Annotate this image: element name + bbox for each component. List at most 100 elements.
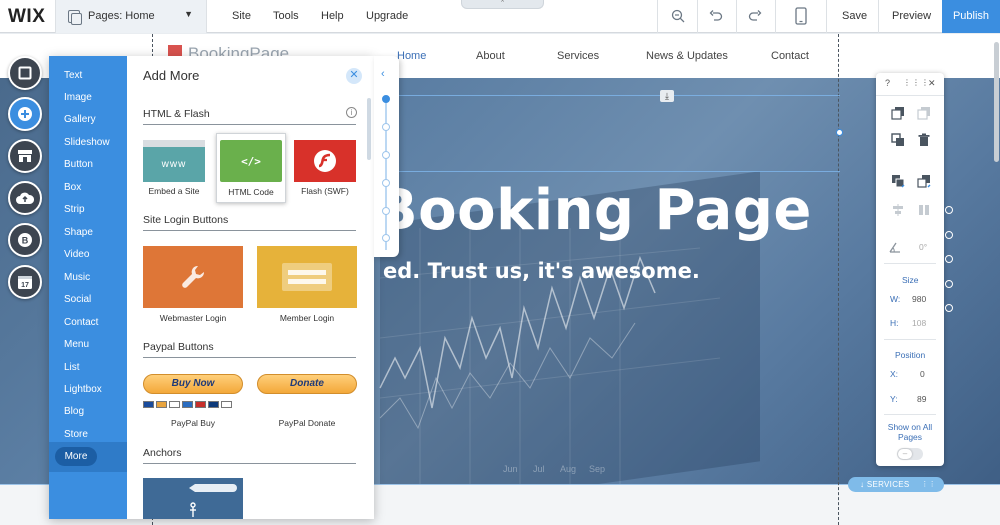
preview-button[interactable]: Preview (892, 10, 931, 22)
section-nav-dot[interactable] (382, 234, 390, 242)
upload-button[interactable] (8, 181, 42, 215)
height-field[interactable]: 108 (912, 318, 926, 328)
html-code-tile[interactable]: </> HTML Code (216, 133, 286, 203)
category-menu[interactable]: Menu (64, 339, 89, 350)
panel-scrollbar[interactable] (367, 98, 371, 160)
collapse-toolbar-tab[interactable]: ⌃ (461, 0, 544, 9)
form-icon (282, 263, 332, 291)
download-icon[interactable]: ⤓ (660, 90, 674, 102)
paypal-donate-button[interactable]: Donate (257, 374, 357, 394)
help-icon[interactable]: ? (885, 78, 890, 88)
y-field[interactable]: 89 (917, 394, 926, 404)
zoom-icon[interactable] (668, 6, 688, 26)
section-handle[interactable] (945, 280, 953, 288)
category-slideshow[interactable]: Slideshow (64, 137, 110, 148)
copy-icon[interactable] (891, 106, 905, 120)
align-icon[interactable] (891, 203, 905, 217)
trash-icon[interactable] (917, 133, 931, 147)
app-market-button[interactable] (8, 139, 42, 173)
category-store[interactable]: Store (64, 429, 88, 440)
menu-site[interactable]: Site (232, 10, 251, 22)
arrange-front-icon[interactable] (917, 174, 931, 188)
section-nav-dot[interactable] (382, 123, 390, 131)
flash-swf-tile[interactable]: Flash (SWF) (294, 140, 356, 198)
credit-card-icons (143, 401, 232, 409)
show-on-all-pages-toggle[interactable]: – (897, 448, 923, 460)
category-music[interactable]: Music (64, 272, 90, 283)
category-shape[interactable]: Shape (64, 227, 93, 238)
drag-handle-icon[interactable]: ⋮⋮ (921, 477, 936, 492)
category-gallery[interactable]: Gallery (64, 114, 96, 125)
add-button[interactable] (8, 97, 42, 131)
category-lightbox[interactable]: Lightbox (64, 384, 102, 395)
add-panel-content: Add More ✕ HTML & Flash i www Embed a Si… (127, 56, 374, 519)
section-nav-dot[interactable] (382, 179, 390, 187)
category-list[interactable]: List (64, 362, 80, 373)
close-icon[interactable]: ✕ (346, 68, 362, 84)
section-handle[interactable] (945, 231, 953, 239)
site-nav-home[interactable]: Home (397, 50, 426, 62)
chevron-left-icon[interactable]: ‹ (381, 68, 385, 80)
site-nav-contact[interactable]: Contact (771, 50, 809, 62)
canvas-scrollbar[interactable] (993, 34, 1000, 525)
arrange-back-icon[interactable] (891, 174, 905, 188)
mobile-view-icon[interactable] (791, 6, 811, 26)
section-handle[interactable] (945, 304, 953, 312)
section-nav-dot[interactable] (382, 95, 390, 103)
pages-dropdown[interactable]: Pages: Home ▼ (55, 0, 207, 33)
category-more[interactable]: More (49, 442, 127, 472)
undo-icon[interactable] (706, 6, 726, 26)
selection-handle[interactable] (836, 129, 843, 136)
category-strip[interactable]: Strip (64, 204, 85, 215)
site-nav-services[interactable]: Services (557, 50, 599, 62)
menu-upgrade[interactable]: Upgrade (366, 10, 408, 22)
paypal-donate-tile[interactable]: PayPal Donate (257, 418, 357, 432)
paste-icon[interactable] (917, 106, 931, 120)
embed-site-tile[interactable]: www Embed a Site (143, 140, 205, 198)
rotate-angle-icon[interactable] (888, 240, 902, 254)
blog-button[interactable]: B (8, 223, 42, 257)
chart-month-label: Aug (560, 464, 577, 474)
drag-handle-icon[interactable]: ⋮⋮⋮ (903, 78, 930, 87)
paypal-buy-now-button[interactable]: Buy Now (143, 374, 243, 394)
bookings-button[interactable]: 17 (8, 265, 42, 299)
menu-tools[interactable]: Tools (273, 10, 299, 22)
width-field[interactable]: 980 (912, 294, 926, 304)
site-nav-about[interactable]: About (476, 50, 505, 62)
background-button[interactable] (8, 56, 42, 90)
rotation-value[interactable]: 0° (919, 242, 927, 252)
save-button[interactable]: Save (842, 10, 867, 22)
category-text[interactable]: Text (64, 70, 82, 81)
canvas-scroll-thumb[interactable] (994, 42, 999, 162)
hero-subtitle[interactable]: ed. Trust us, it's awesome. (383, 259, 700, 283)
category-image[interactable]: Image (64, 92, 92, 103)
info-icon[interactable]: i (346, 107, 357, 118)
plus-icon (18, 107, 32, 121)
hero-title[interactable]: Booking Page (375, 178, 812, 243)
menu-help[interactable]: Help (321, 10, 344, 22)
webmaster-login-tile[interactable]: Webmaster Login (143, 246, 243, 324)
distribute-icon[interactable] (917, 203, 931, 217)
category-button[interactable]: Button (64, 159, 93, 170)
category-box[interactable]: Box (64, 182, 81, 193)
x-field[interactable]: 0 (920, 369, 925, 379)
category-contact[interactable]: Contact (64, 317, 98, 328)
category-social[interactable]: Social (64, 294, 91, 305)
member-login-tile[interactable]: Member Login (257, 246, 357, 324)
services-anchor[interactable]: ↓ SERVICES ⋮⋮ (848, 477, 944, 492)
member-login-label: Member Login (279, 313, 335, 323)
redo-icon[interactable] (745, 6, 765, 26)
section-handle[interactable] (945, 255, 953, 263)
anchor-tile[interactable] (143, 478, 243, 519)
close-icon[interactable]: ✕ (928, 78, 936, 89)
position-heading: Position (895, 350, 926, 360)
category-blog[interactable]: Blog (64, 406, 84, 417)
section-nav-dot[interactable] (382, 207, 390, 215)
duplicate-icon[interactable] (891, 133, 905, 147)
section-handle[interactable] (945, 206, 953, 214)
paypal-buy-tile[interactable]: PayPal Buy (143, 418, 243, 432)
site-nav-news-updates[interactable]: News & Updates (646, 50, 728, 62)
section-nav-dot[interactable] (382, 151, 390, 159)
publish-button[interactable]: Publish (942, 0, 1000, 33)
category-video[interactable]: Video (64, 249, 89, 260)
